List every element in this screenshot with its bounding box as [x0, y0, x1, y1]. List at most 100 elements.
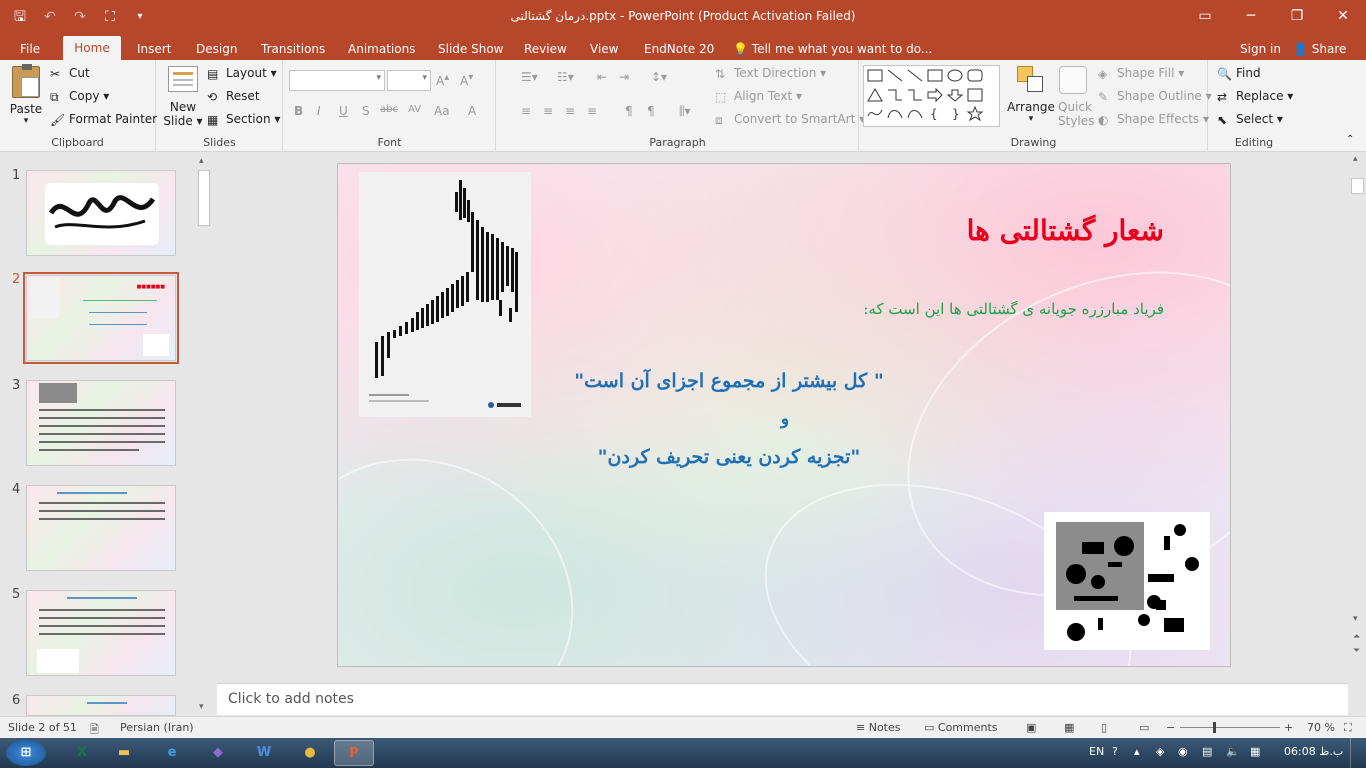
- notes-pane[interactable]: Click to add notes: [217, 683, 1348, 715]
- justify-icon[interactable]: ≡: [587, 104, 597, 118]
- tell-me-box[interactable]: 💡 Tell me what you want to do...: [733, 38, 932, 60]
- slide-thumbnail-1[interactable]: [26, 170, 176, 256]
- comments-toggle[interactable]: ▭ Comments: [924, 721, 998, 734]
- powerpoint-icon[interactable]: P: [334, 740, 374, 766]
- format-painter-button[interactable]: 🖌 Format Painter: [50, 112, 157, 127]
- scroll-down-icon[interactable]: ▾: [1353, 614, 1358, 624]
- slide-thumbnail-3[interactable]: [26, 380, 176, 466]
- tray-app-icon[interactable]: ◉: [1178, 745, 1188, 758]
- next-slide-icon[interactable]: ⏷: [1353, 646, 1360, 656]
- zoom-slider-thumb[interactable]: [1213, 722, 1216, 733]
- input-language[interactable]: EN: [1089, 745, 1104, 758]
- zoom-out-icon[interactable]: −: [1166, 721, 1175, 734]
- scroll-down-icon[interactable]: ▾: [199, 702, 204, 712]
- network-icon[interactable]: ▦: [1250, 745, 1260, 758]
- shape-fill-button[interactable]: ◈ Shape Fill ▾: [1098, 66, 1184, 81]
- tray-expand-icon[interactable]: ▴: [1134, 745, 1140, 758]
- copy-button[interactable]: ⧉ Copy ▾: [50, 89, 109, 104]
- new-slide-button[interactable]: New Slide ▾: [163, 66, 203, 128]
- shadow-button[interactable]: S: [362, 104, 370, 118]
- ribbon-display-options-icon[interactable]: ▭: [1182, 0, 1228, 32]
- collapse-ribbon-icon[interactable]: ⌃: [1346, 134, 1354, 145]
- slide-quote-2[interactable]: "تجزیه کردن یعنی تحریف کردن": [338, 446, 1176, 468]
- scrollbar-thumb[interactable]: [1351, 178, 1364, 194]
- tab-design[interactable]: Design: [188, 38, 245, 60]
- scroll-up-icon[interactable]: ▴: [199, 156, 204, 166]
- layout-button[interactable]: ▤ Layout ▾: [207, 66, 277, 81]
- tab-transitions[interactable]: Transitions: [253, 38, 333, 60]
- zoom-slider[interactable]: [1180, 727, 1280, 728]
- tab-view[interactable]: View: [582, 38, 626, 60]
- slide-thumbnail-5[interactable]: [26, 590, 176, 676]
- tray-app-icon[interactable]: ◈: [1156, 745, 1164, 758]
- ltr-icon[interactable]: ¶: [647, 104, 655, 118]
- select-button[interactable]: ⬉ Select ▾: [1217, 112, 1283, 127]
- slide-thumbnail-4[interactable]: [26, 485, 176, 571]
- clock[interactable]: 06:08 ب.ظ: [1284, 745, 1343, 758]
- italic-button[interactable]: I: [317, 104, 321, 118]
- reading-view-icon[interactable]: ▯: [1101, 721, 1107, 734]
- excel-icon[interactable]: X: [62, 740, 102, 766]
- font-name-combo[interactable]: [289, 70, 385, 91]
- arrange-button[interactable]: Arrange ▾: [1004, 66, 1058, 124]
- slide-scrollbar[interactable]: ▴ ▾ ⏶ ⏷: [1349, 152, 1366, 682]
- gestalt-shapes-image[interactable]: [1044, 512, 1210, 650]
- restore-button[interactable]: ❐: [1274, 0, 1320, 32]
- notes-toggle[interactable]: ≡ Notes: [856, 721, 901, 734]
- zoom-level[interactable]: 70 %: [1307, 721, 1335, 734]
- align-left-icon[interactable]: ≡: [521, 104, 531, 118]
- fit-slide-icon[interactable]: ⛶: [1344, 721, 1352, 735]
- share-button[interactable]: 👤 Share: [1293, 38, 1346, 60]
- align-text-button[interactable]: ⬚ Align Text ▾: [715, 89, 802, 104]
- cut-button[interactable]: ✂ Cut: [50, 66, 90, 81]
- help-icon[interactable]: ?: [1112, 745, 1118, 758]
- file-explorer-icon[interactable]: ▬: [104, 740, 144, 766]
- tab-review[interactable]: Review: [516, 38, 575, 60]
- strikethrough-button[interactable]: abc: [380, 104, 398, 115]
- safely-remove-icon[interactable]: ▤: [1202, 745, 1212, 758]
- font-color-icon[interactable]: A: [468, 104, 476, 118]
- align-right-icon[interactable]: ≡: [565, 104, 575, 118]
- increase-font-icon[interactable]: A▴: [436, 72, 449, 88]
- visual-studio-icon[interactable]: ◆: [198, 740, 238, 766]
- slide-thumbnail-6[interactable]: [26, 695, 176, 716]
- tab-insert[interactable]: Insert: [129, 38, 179, 60]
- font-size-combo[interactable]: [387, 70, 431, 91]
- convert-smartart-button[interactable]: ⧈ Convert to SmartArt ▾: [715, 112, 865, 127]
- numbering-icon[interactable]: ☷▾: [557, 70, 574, 84]
- text-direction-button[interactable]: ⇅ Text Direction ▾: [715, 66, 826, 81]
- underline-button[interactable]: U: [339, 104, 348, 118]
- rtl-icon[interactable]: ¶: [625, 104, 633, 118]
- chrome-icon[interactable]: ●: [290, 740, 330, 766]
- change-case-button[interactable]: Aa: [434, 104, 450, 118]
- volume-icon[interactable]: 🔈: [1226, 745, 1240, 758]
- scrollbar-thumb[interactable]: [198, 170, 210, 226]
- slide-canvas[interactable]: شعار گشتالتی ها فریاد مبارزره جویانه ی گ…: [337, 163, 1231, 667]
- close-button[interactable]: ✕: [1320, 0, 1366, 32]
- align-center-icon[interactable]: ≡: [543, 104, 553, 118]
- tab-file[interactable]: File: [12, 38, 48, 60]
- internet-explorer-icon[interactable]: e: [152, 740, 192, 766]
- paste-button[interactable]: Paste ▾: [8, 64, 44, 126]
- show-desktop-button[interactable]: [1350, 738, 1364, 768]
- line-spacing-icon[interactable]: ↕▾: [651, 70, 667, 84]
- tab-endnote[interactable]: EndNote 20: [636, 38, 722, 60]
- sign-in-link[interactable]: Sign in: [1240, 38, 1281, 60]
- slide-quote-1[interactable]: " کل بیشتر از مجموع اجزای آن است": [338, 370, 1176, 392]
- zoom-in-icon[interactable]: +: [1284, 721, 1293, 734]
- quick-styles-button[interactable]: Quick Styles ▾: [1058, 66, 1104, 128]
- previous-slide-icon[interactable]: ⏶: [1353, 632, 1360, 642]
- find-button[interactable]: 🔍 Find: [1217, 66, 1261, 81]
- tab-animations[interactable]: Animations: [340, 38, 423, 60]
- tab-home[interactable]: Home: [63, 36, 121, 60]
- decrease-font-icon[interactable]: A▾: [460, 72, 473, 88]
- slide-thumbnail-2[interactable]: ■■■■■■: [23, 272, 179, 364]
- word-icon[interactable]: W: [244, 740, 284, 766]
- shape-outline-button[interactable]: ✎ Shape Outline ▾: [1098, 89, 1212, 104]
- minimize-button[interactable]: ─: [1228, 0, 1274, 32]
- decrease-indent-icon[interactable]: ⇤: [597, 70, 607, 84]
- columns-icon[interactable]: ⫼▾: [679, 104, 691, 119]
- replace-button[interactable]: ⇄ Replace ▾: [1217, 89, 1293, 104]
- bullets-icon[interactable]: ☰▾: [521, 70, 538, 84]
- thumbnail-scrollbar[interactable]: ▴ ▾: [196, 156, 212, 712]
